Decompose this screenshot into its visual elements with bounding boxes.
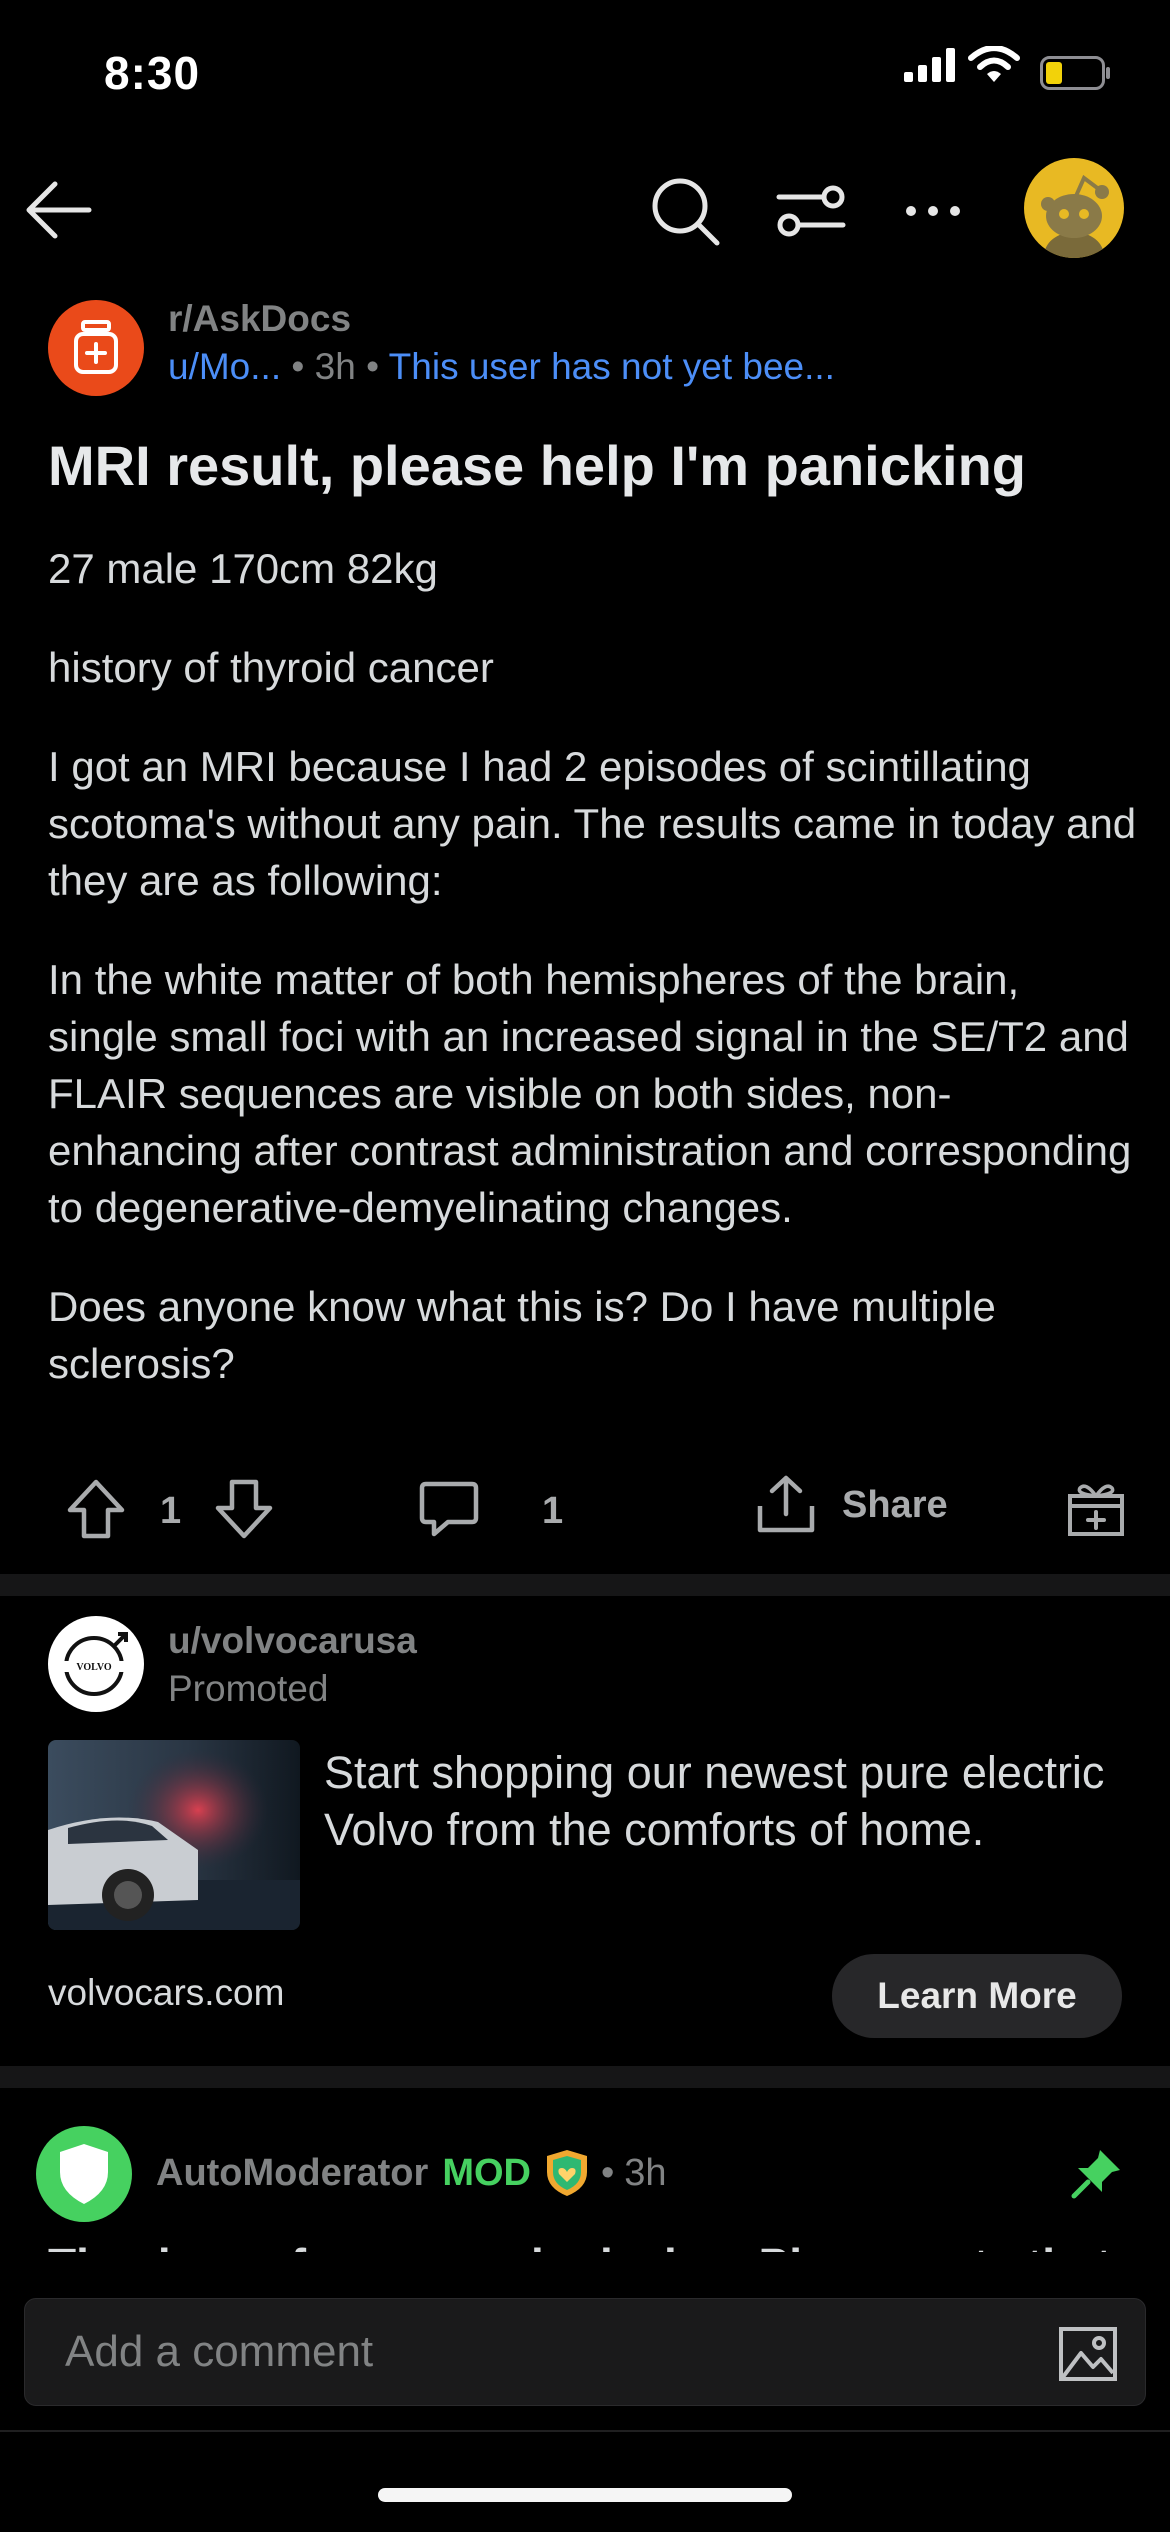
vote-count: 1 [160, 1490, 182, 1532]
promoted-label: Promoted [168, 1668, 329, 1709]
post-paragraph: I got an MRI because I had 2 episodes of… [48, 743, 1137, 904]
more-options-button[interactable] [888, 166, 978, 256]
filter-icon [776, 185, 846, 237]
user-flair: This user has not yet bee... [388, 346, 835, 387]
upvote-button[interactable] [66, 1478, 126, 1540]
post-paragraph: 27 male 170cm 82kg [48, 545, 438, 592]
post-meta: u/Mo... • 3h • This user has not yet bee… [168, 346, 835, 388]
sort-filter-button[interactable] [766, 166, 856, 256]
ad-domain[interactable]: volvocars.com [48, 1972, 284, 2014]
meta-separator: • [600, 2151, 615, 2194]
user-avatar[interactable] [1024, 158, 1124, 258]
comment-placeholder: Add a comment [65, 2327, 374, 2376]
automoderator-avatar[interactable] [36, 2126, 132, 2222]
image-icon[interactable] [1057, 2323, 1119, 2385]
award-icon [1068, 1484, 1124, 1536]
car-image [48, 1740, 300, 1930]
comment-preview: Thank you for your submission. Please no… [48, 2238, 1111, 2252]
medical-bottle-icon [74, 320, 118, 374]
post-paragraph: In the white matter of both hemispheres … [48, 956, 1132, 1231]
comment-age: 3h [624, 2151, 667, 2194]
wifi-icon [968, 46, 1020, 82]
post-header: r/AskDocs u/Mo... • 3h • This user has n… [48, 298, 1128, 396]
meta-separator: • [291, 346, 305, 387]
comment-author[interactable]: AutoModerator [156, 2152, 428, 2195]
volvo-logo-text: VOLVO [76, 1662, 112, 1673]
comment-item: AutoModerator MOD • 3h Thank you for you… [0, 2092, 1170, 2252]
ad-thumbnail[interactable] [48, 1740, 300, 1930]
top-navigation [0, 150, 1170, 270]
search-button[interactable] [640, 166, 730, 256]
comment-meta: AutoModerator MOD • 3h [156, 2148, 667, 2198]
more-icon [906, 206, 960, 216]
downvote-icon [215, 1479, 273, 1539]
learn-more-button[interactable]: Learn More [832, 1954, 1122, 2038]
add-comment-field[interactable]: Add a comment [24, 2298, 1146, 2406]
advertiser-name[interactable]: u/volvocarusa [168, 1620, 417, 1662]
share-label: Share [842, 1483, 948, 1526]
subreddit-name[interactable]: r/AskDocs [168, 298, 351, 340]
advertiser-logo[interactable]: VOLVO [48, 1616, 144, 1712]
post-actions: 1 1 Share [0, 1470, 1170, 1552]
post-title: MRI result, please help I'm panicking [48, 434, 1027, 497]
mod-badge: MOD [442, 2151, 531, 2194]
mod-shield-icon [546, 2150, 587, 2196]
shield-icon [60, 2144, 108, 2204]
comment-icon [419, 1481, 479, 1537]
post-paragraph: history of thyroid cancer [48, 644, 494, 691]
share-icon [757, 1475, 815, 1533]
snoo-avatar-icon [1041, 174, 1109, 258]
section-divider [0, 1574, 1170, 1596]
back-arrow-icon [26, 181, 92, 239]
subreddit-icon[interactable] [48, 300, 144, 396]
search-icon [652, 178, 720, 246]
back-button[interactable] [18, 170, 98, 250]
post-age: 3h [314, 346, 356, 387]
pin-icon [1071, 2150, 1120, 2199]
home-indicator[interactable] [378, 2488, 792, 2502]
post-body: 27 male 170cm 82kg history of thyroid ca… [48, 540, 1138, 1434]
downvote-button[interactable] [214, 1478, 274, 1540]
comment-composer-bar: Add a comment [0, 2252, 1170, 2432]
share-button[interactable]: Share [756, 1474, 948, 1536]
award-button[interactable] [1066, 1480, 1126, 1538]
promoted-post[interactable]: VOLVO u/volvocarusa Promoted Start shopp… [0, 1594, 1170, 2064]
post-paragraph: Does anyone know what this is? Do I have… [48, 1283, 996, 1387]
battery-icon [1040, 56, 1110, 90]
meta-separator: • [366, 346, 380, 387]
cellular-signal-icon [904, 48, 955, 82]
status-time: 8:30 [104, 47, 201, 99]
comment-count: 1 [542, 1490, 564, 1532]
ad-text[interactable]: Start shopping our newest pure electric … [324, 1744, 1134, 1858]
section-divider [0, 2066, 1170, 2088]
volvo-logo-icon: VOLVO [64, 1632, 128, 1696]
upvote-icon [67, 1479, 125, 1539]
comments-button[interactable] [418, 1478, 480, 1540]
post-author[interactable]: u/Mo... [168, 346, 281, 387]
status-bar: 8:30 [0, 0, 1170, 150]
